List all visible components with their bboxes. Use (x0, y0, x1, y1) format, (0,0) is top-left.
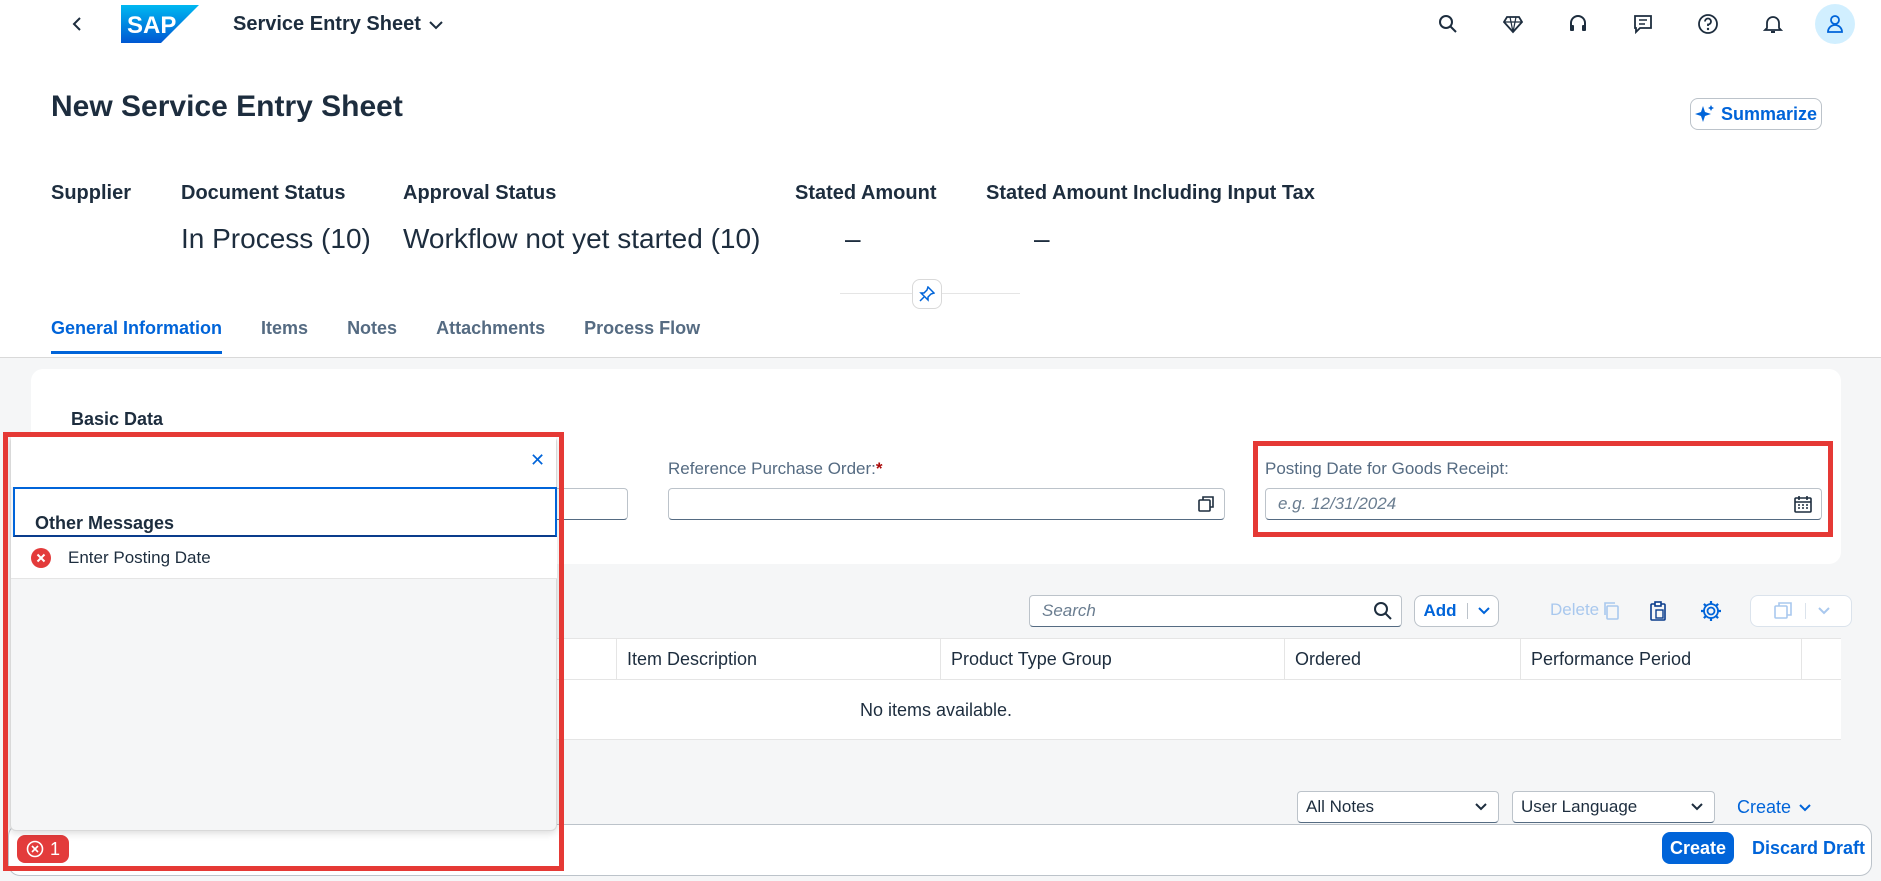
kpi-label: Stated Amount (795, 182, 937, 204)
divider (1804, 603, 1806, 619)
app-title: Service Entry Sheet (233, 13, 421, 35)
discard-draft-button[interactable]: Discard Draft (1752, 838, 1865, 859)
notes-filter-select[interactable]: All Notes (1297, 791, 1499, 823)
copy-icon[interactable] (1599, 598, 1625, 624)
column-header-product-type-group[interactable]: Product Type Group (951, 649, 1112, 670)
feedback-icon[interactable] (1623, 4, 1663, 44)
column-separator (940, 639, 941, 681)
back-icon[interactable] (66, 12, 90, 36)
export-icon (1773, 602, 1792, 619)
kpi-stated-amount: Stated Amount – (795, 182, 936, 255)
search-placeholder: Search (1042, 601, 1096, 620)
kpi-document-status: Document Status In Process (10) (181, 182, 371, 255)
settings-icon[interactable] (1698, 598, 1724, 624)
kpi-label: Document Status (181, 182, 346, 204)
chevron-down-icon (1475, 803, 1487, 811)
kpi-value: Workflow not yet started (10) (403, 223, 761, 254)
create-button[interactable]: Create (1662, 832, 1734, 864)
language-select[interactable]: User Language (1512, 791, 1715, 823)
sap-logo[interactable]: SAP (121, 5, 199, 43)
create-note-menu[interactable]: Create (1737, 797, 1811, 818)
diamond-icon[interactable] (1493, 4, 1533, 44)
pin-icon (919, 286, 935, 302)
column-header-item-description[interactable]: Item Description (627, 649, 757, 670)
reference-po-label: Reference Purchase Order:* (668, 459, 883, 479)
pin-header-button[interactable] (912, 279, 942, 309)
notes-filter-value: All Notes (1306, 797, 1375, 816)
reference-po-input[interactable] (668, 488, 1225, 520)
column-separator (1284, 639, 1285, 681)
kpi-supplier: Supplier (51, 182, 131, 223)
bell-icon[interactable] (1753, 4, 1793, 44)
export-button[interactable] (1750, 595, 1852, 627)
tab-items[interactable]: Items (261, 318, 308, 354)
create-note-label: Create (1737, 797, 1792, 817)
column-header-performance-period[interactable]: Performance Period (1531, 649, 1691, 670)
tab-notes[interactable]: Notes (347, 318, 397, 354)
required-indicator: * (875, 459, 883, 478)
app-title-menu[interactable]: Service Entry Sheet (233, 13, 443, 36)
chevron-down-icon[interactable] (1817, 607, 1830, 615)
kpi-value: – (845, 223, 861, 254)
object-page-header: New Service Entry Sheet Summarize Suppli… (0, 48, 1881, 358)
search-icon[interactable] (1428, 4, 1468, 44)
highlight-box-messages (3, 432, 564, 871)
chevron-down-icon (1691, 803, 1703, 811)
tab-process-flow[interactable]: Process Flow (584, 318, 700, 354)
kpi-stated-amount-incl-tax: Stated Amount Including Input Tax – (986, 182, 1315, 255)
user-icon (1827, 15, 1843, 33)
chevron-down-icon[interactable] (1477, 607, 1490, 615)
highlight-box-posting-date (1253, 441, 1833, 537)
delete-button[interactable]: Delete (1550, 600, 1599, 620)
summarize-label: Summarize (1720, 103, 1818, 124)
kpi-value: – (1034, 223, 1050, 254)
add-item-button[interactable]: Add (1414, 595, 1499, 627)
column-separator (1520, 639, 1521, 681)
chevron-down-icon (1799, 803, 1811, 811)
tab-attachments[interactable]: Attachments (436, 318, 545, 354)
summarize-button[interactable]: Summarize (1690, 98, 1822, 130)
kpi-label: Supplier (51, 182, 132, 204)
page-title: New Service Entry Sheet (51, 90, 403, 123)
table-search-input[interactable]: Search (1029, 595, 1402, 627)
add-label: Add (1423, 601, 1457, 620)
kpi-label: Stated Amount Including Input Tax (986, 182, 1315, 204)
chevron-down-icon (429, 20, 443, 29)
help-icon[interactable] (1688, 4, 1728, 44)
shell-bar: SAP Service Entry Sheet (0, 0, 1881, 48)
kpi-label: Approval Status (403, 182, 557, 204)
user-avatar[interactable] (1815, 4, 1855, 44)
paste-icon[interactable] (1645, 598, 1671, 624)
section-title: Basic Data (71, 409, 164, 429)
reference-po-label-text: Reference Purchase Order: (668, 459, 876, 478)
divider (1466, 603, 1468, 619)
svg-text:SAP: SAP (127, 12, 176, 39)
column-separator (616, 639, 617, 681)
headset-icon[interactable] (1558, 4, 1598, 44)
kpi-value: In Process (10) (181, 223, 371, 254)
kpi-approval-status: Approval Status Workflow not yet started… (403, 182, 760, 255)
sparkle-icon (1694, 105, 1714, 122)
search-icon[interactable] (1373, 601, 1393, 626)
value-help-icon[interactable] (1196, 494, 1216, 519)
tab-general-information[interactable]: General Information (51, 318, 223, 354)
column-separator (1801, 639, 1802, 681)
column-header-ordered[interactable]: Ordered (1295, 649, 1361, 670)
tab-bar: General Information Items Notes Attachme… (51, 318, 700, 354)
language-value: User Language (1521, 797, 1638, 816)
